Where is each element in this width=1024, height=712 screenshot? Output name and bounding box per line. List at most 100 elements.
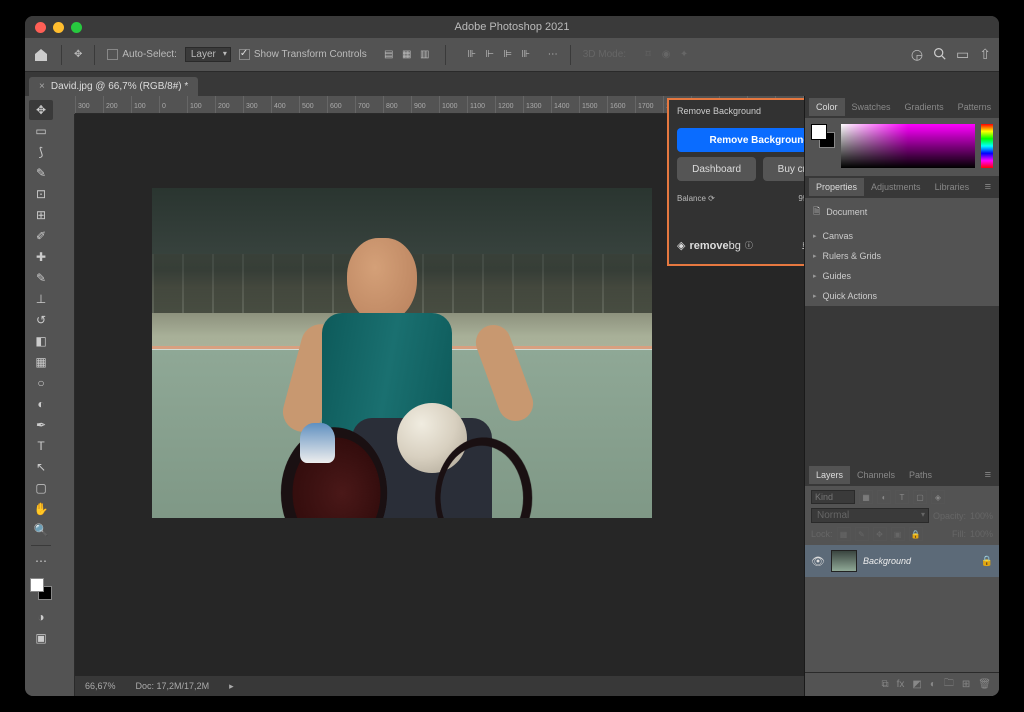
tab-channels[interactable]: Channels bbox=[850, 466, 902, 484]
tab-swatches[interactable]: Swatches bbox=[845, 98, 898, 116]
layer-fx-icon[interactable]: fx bbox=[897, 679, 905, 690]
frame-tool[interactable]: ⊞ bbox=[29, 205, 53, 225]
type-tool[interactable]: T bbox=[29, 436, 53, 456]
filter-smart-icon[interactable]: ◈ bbox=[931, 490, 945, 504]
move-tool-icon[interactable]: ✥ bbox=[74, 49, 82, 60]
section-rulers[interactable]: ▸Rulers & Grids bbox=[805, 246, 999, 266]
maximize-window-button[interactable] bbox=[71, 22, 82, 33]
link-layers-icon[interactable]: ⧉ bbox=[881, 679, 888, 690]
quick-select-tool[interactable]: ✎ bbox=[29, 163, 53, 183]
healing-tool[interactable]: ✚ bbox=[29, 247, 53, 267]
crop-tool[interactable]: ⊡ bbox=[29, 184, 53, 204]
eyedropper-tool[interactable]: ✐ bbox=[29, 226, 53, 246]
section-quick-actions[interactable]: ▸Quick Actions bbox=[805, 286, 999, 306]
panel-menu-icon[interactable]: ≡ bbox=[981, 181, 995, 193]
auto-select-checkbox[interactable]: Auto-Select: bbox=[107, 49, 176, 60]
distribute-icon[interactable]: ⊩ bbox=[482, 47, 498, 63]
tab-libraries[interactable]: Libraries bbox=[928, 178, 977, 196]
status-chevron-icon[interactable]: ▸ bbox=[229, 681, 234, 692]
minimize-window-button[interactable] bbox=[53, 22, 64, 33]
ruler-origin[interactable] bbox=[57, 96, 75, 114]
layer-thumbnail[interactable] bbox=[831, 550, 857, 572]
rectangle-tool[interactable]: ▢ bbox=[29, 478, 53, 498]
vertical-ruler[interactable] bbox=[57, 114, 75, 696]
edit-toolbar[interactable]: ⋯ bbox=[29, 551, 53, 571]
layer-name[interactable]: Background bbox=[863, 556, 911, 566]
lock-pixels-icon[interactable]: ✎ bbox=[855, 527, 869, 541]
layer-filter-input[interactable] bbox=[811, 490, 855, 504]
panel-menu-icon[interactable]: ≡ bbox=[981, 469, 995, 481]
align-left-icon[interactable]: ▤ bbox=[381, 47, 397, 63]
distribute-icon[interactable]: ⊫ bbox=[500, 47, 516, 63]
home-icon[interactable] bbox=[33, 47, 49, 63]
filter-shape-icon[interactable]: ▢ bbox=[913, 490, 927, 504]
screen-mode-icon[interactable]: ▣ bbox=[29, 628, 53, 648]
share-icon[interactable]: ⇧ bbox=[979, 46, 991, 63]
marquee-tool[interactable]: ▭ bbox=[29, 121, 53, 141]
new-layer-icon[interactable]: ⊞ bbox=[962, 679, 970, 690]
foreground-background-colors[interactable] bbox=[30, 578, 52, 600]
section-guides[interactable]: ▸Guides bbox=[805, 266, 999, 286]
how-it-works-link[interactable]: How it works bbox=[802, 242, 804, 249]
tab-layers[interactable]: Layers bbox=[809, 466, 850, 484]
align-center-icon[interactable]: ▦ bbox=[399, 47, 415, 63]
history-brush-tool[interactable]: ↺ bbox=[29, 310, 53, 330]
document-canvas[interactable] bbox=[152, 188, 652, 518]
filter-type-icon[interactable]: T bbox=[895, 490, 909, 504]
color-field[interactable] bbox=[841, 124, 975, 168]
lock-position-icon[interactable]: ✥ bbox=[873, 527, 887, 541]
section-canvas[interactable]: ▸Canvas bbox=[805, 226, 999, 246]
quick-mask-icon[interactable]: ◑ bbox=[29, 607, 53, 627]
stamp-tool[interactable]: ⊥ bbox=[29, 289, 53, 309]
pen-tool[interactable]: ✒ bbox=[29, 415, 53, 435]
blur-tool[interactable]: ○ bbox=[29, 373, 53, 393]
filter-adjust-icon[interactable]: ◐ bbox=[877, 490, 891, 504]
tab-patterns[interactable]: Patterns bbox=[951, 98, 999, 116]
cloud-icon[interactable]: ◶ bbox=[911, 46, 923, 63]
close-window-button[interactable] bbox=[35, 22, 46, 33]
brush-tool[interactable]: ✎ bbox=[29, 268, 53, 288]
lasso-tool[interactable]: ⟆ bbox=[29, 142, 53, 162]
workspace-icon[interactable]: ▭ bbox=[956, 46, 969, 63]
auto-select-dropdown[interactable]: Layer bbox=[185, 47, 231, 62]
hue-slider[interactable] bbox=[981, 124, 993, 168]
opacity-value[interactable]: 100% bbox=[970, 511, 993, 521]
lock-artboard-icon[interactable]: ▣ bbox=[891, 527, 905, 541]
search-icon[interactable] bbox=[933, 47, 946, 63]
remove-background-button[interactable]: Remove Background bbox=[677, 128, 804, 152]
blend-mode-dropdown[interactable]: Normal bbox=[811, 508, 929, 523]
lock-trans-icon[interactable]: ▦ bbox=[837, 527, 851, 541]
close-tab-icon[interactable]: × bbox=[39, 81, 45, 92]
tab-adjustments[interactable]: Adjustments bbox=[864, 178, 928, 196]
delete-layer-icon[interactable]: 🗑 bbox=[978, 679, 991, 690]
filter-pixel-icon[interactable]: ▦ bbox=[859, 490, 873, 504]
lock-all-icon[interactable]: 🔒 bbox=[909, 527, 923, 541]
distribute-icon[interactable]: ⊪ bbox=[464, 47, 480, 63]
zoom-level[interactable]: 66,67% bbox=[85, 681, 116, 691]
document-tab[interactable]: × David.jpg @ 66,7% (RGB/8#) * bbox=[29, 77, 198, 96]
color-swatches[interactable] bbox=[811, 124, 835, 148]
move-tool[interactable]: ✥ bbox=[29, 100, 53, 120]
align-right-icon[interactable]: ▥ bbox=[417, 47, 433, 63]
path-tool[interactable]: ↖ bbox=[29, 457, 53, 477]
dodge-tool[interactable]: ◐ bbox=[29, 394, 53, 414]
show-transform-checkbox[interactable]: Show Transform Controls bbox=[239, 49, 367, 60]
fill-value[interactable]: 100% bbox=[970, 529, 993, 539]
adjustment-layer-icon[interactable]: ◐ bbox=[930, 679, 936, 690]
panel-menu-icon[interactable]: ≡ bbox=[998, 101, 999, 113]
group-icon[interactable]: 🗀 bbox=[944, 676, 954, 693]
dashboard-button[interactable]: Dashboard bbox=[677, 157, 756, 181]
lock-icon[interactable]: 🔒 bbox=[981, 556, 993, 567]
distribute-icon[interactable]: ⊪ bbox=[518, 47, 534, 63]
hand-tool[interactable]: ✋ bbox=[29, 499, 53, 519]
layer-row[interactable]: 👁 Background 🔒 bbox=[805, 545, 999, 577]
zoom-tool[interactable]: 🔍 bbox=[29, 520, 53, 540]
tab-paths[interactable]: Paths bbox=[902, 466, 939, 484]
tab-properties[interactable]: Properties bbox=[809, 178, 864, 196]
gradient-tool[interactable]: ▦ bbox=[29, 352, 53, 372]
tab-gradients[interactable]: Gradients bbox=[898, 98, 951, 116]
eraser-tool[interactable]: ◧ bbox=[29, 331, 53, 351]
visibility-icon[interactable]: 👁 bbox=[811, 555, 825, 568]
tab-color[interactable]: Color bbox=[809, 98, 845, 116]
layer-mask-icon[interactable]: ◩ bbox=[912, 679, 921, 690]
